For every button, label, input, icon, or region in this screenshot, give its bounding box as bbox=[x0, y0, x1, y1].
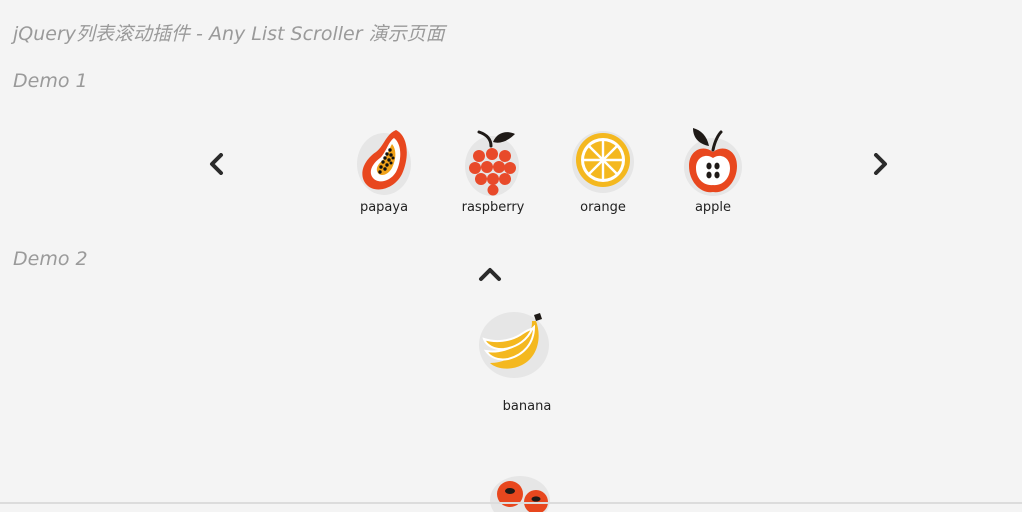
raspberry-icon bbox=[465, 130, 519, 196]
page-title: jQuery列表滚动插件 - Any List Scroller 演示页面 bbox=[13, 23, 445, 45]
chevron-up-icon bbox=[479, 268, 501, 281]
list-item-orange[interactable]: orange bbox=[548, 122, 658, 215]
apple-icon bbox=[684, 128, 742, 196]
list-item-raspberry[interactable]: raspberry bbox=[438, 122, 548, 215]
scroll-prev-button[interactable] bbox=[202, 149, 232, 179]
list-item-apple[interactable]: apple bbox=[658, 122, 768, 215]
fruit-label: orange bbox=[580, 200, 626, 215]
chevron-right-icon bbox=[874, 153, 887, 175]
list-item-banana[interactable]: banana bbox=[472, 307, 582, 414]
papaya-icon bbox=[357, 130, 411, 195]
banana-icon bbox=[479, 312, 549, 378]
fruit-label: papaya bbox=[359, 200, 409, 215]
fruit-label: banana bbox=[502, 399, 552, 414]
scroll-next-button[interactable] bbox=[865, 149, 895, 179]
list-item-cherry[interactable] bbox=[474, 472, 584, 512]
demo2-title: Demo 2 bbox=[13, 248, 88, 270]
cherry-icon bbox=[490, 476, 550, 512]
list-item-papaya[interactable]: papaya bbox=[329, 122, 439, 215]
chevron-left-icon bbox=[210, 153, 223, 175]
scroll-up-button[interactable] bbox=[475, 259, 505, 289]
fruit-label: apple bbox=[694, 200, 732, 215]
fruit-label: raspberry bbox=[461, 200, 525, 215]
orange-icon bbox=[572, 131, 634, 193]
demo1-title: Demo 1 bbox=[13, 70, 88, 92]
